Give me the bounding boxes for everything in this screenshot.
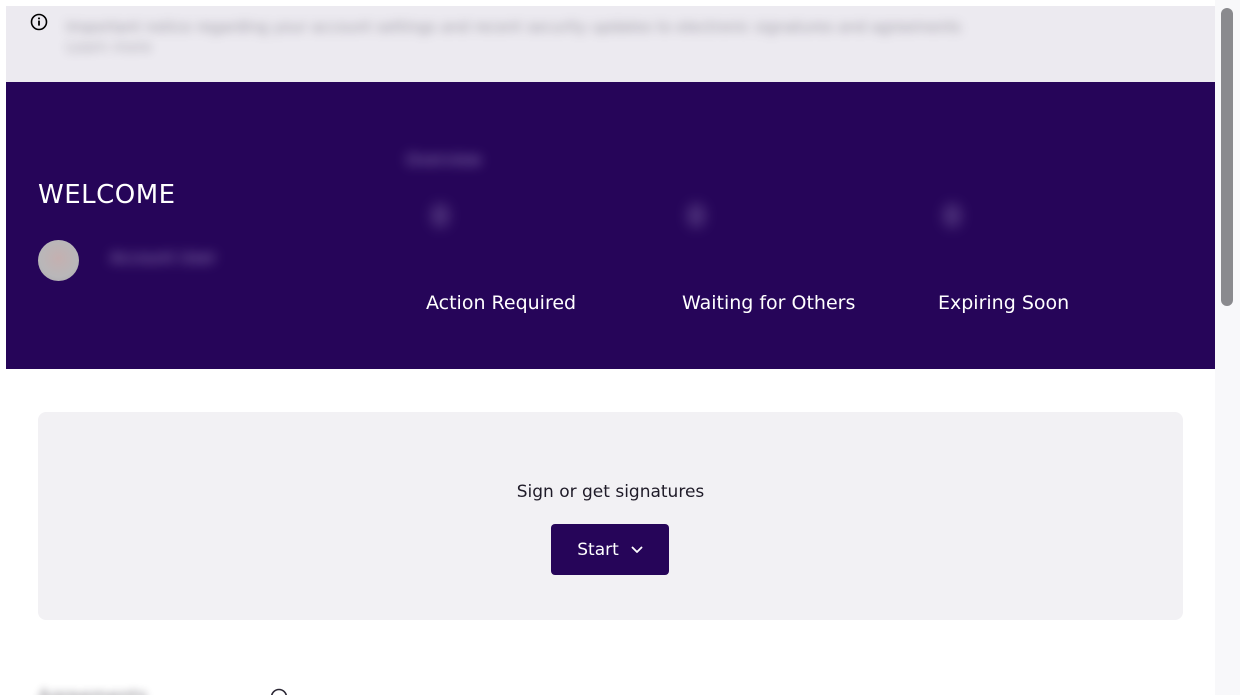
stat-count: 0 <box>944 202 961 232</box>
scrollbar[interactable] <box>1215 0 1240 695</box>
banner-message: Important notice regarding your account … <box>66 18 962 36</box>
sign-prompt: Sign or get signatures <box>516 482 705 502</box>
stat-count: 0 <box>432 202 449 232</box>
stat-action-required[interactable]: 0 Action Required <box>426 202 626 322</box>
user-name: Account User <box>110 248 217 267</box>
chevron-down-icon <box>631 546 643 553</box>
overview-label: Overview <box>406 150 482 169</box>
welcome-hero: WELCOME Account User Overview 0 Action R… <box>6 82 1215 369</box>
start-button[interactable]: Start <box>551 524 669 575</box>
info-icon[interactable] <box>30 13 48 31</box>
stat-expiring-soon[interactable]: 0 Expiring Soon <box>938 202 1138 322</box>
help-icon[interactable] <box>270 688 288 695</box>
scrollbar-thumb[interactable] <box>1221 8 1233 306</box>
welcome-title: WELCOME <box>38 180 176 210</box>
banner-message-line2: Learn more <box>66 38 152 56</box>
stat-waiting-for-others[interactable]: 0 Waiting for Others <box>682 202 882 322</box>
start-label: Start <box>577 539 619 560</box>
avatar[interactable] <box>38 240 79 281</box>
stat-label: Expiring Soon <box>938 292 1070 314</box>
section-heading: Agreements <box>38 686 147 695</box>
sign-card: Sign or get signatures Start <box>38 412 1183 620</box>
info-banner: Important notice regarding your account … <box>6 6 1215 82</box>
page: Important notice regarding your account … <box>6 6 1215 695</box>
stat-count: 0 <box>688 202 705 232</box>
stat-label: Waiting for Others <box>682 292 856 314</box>
stat-label: Action Required <box>426 292 577 314</box>
